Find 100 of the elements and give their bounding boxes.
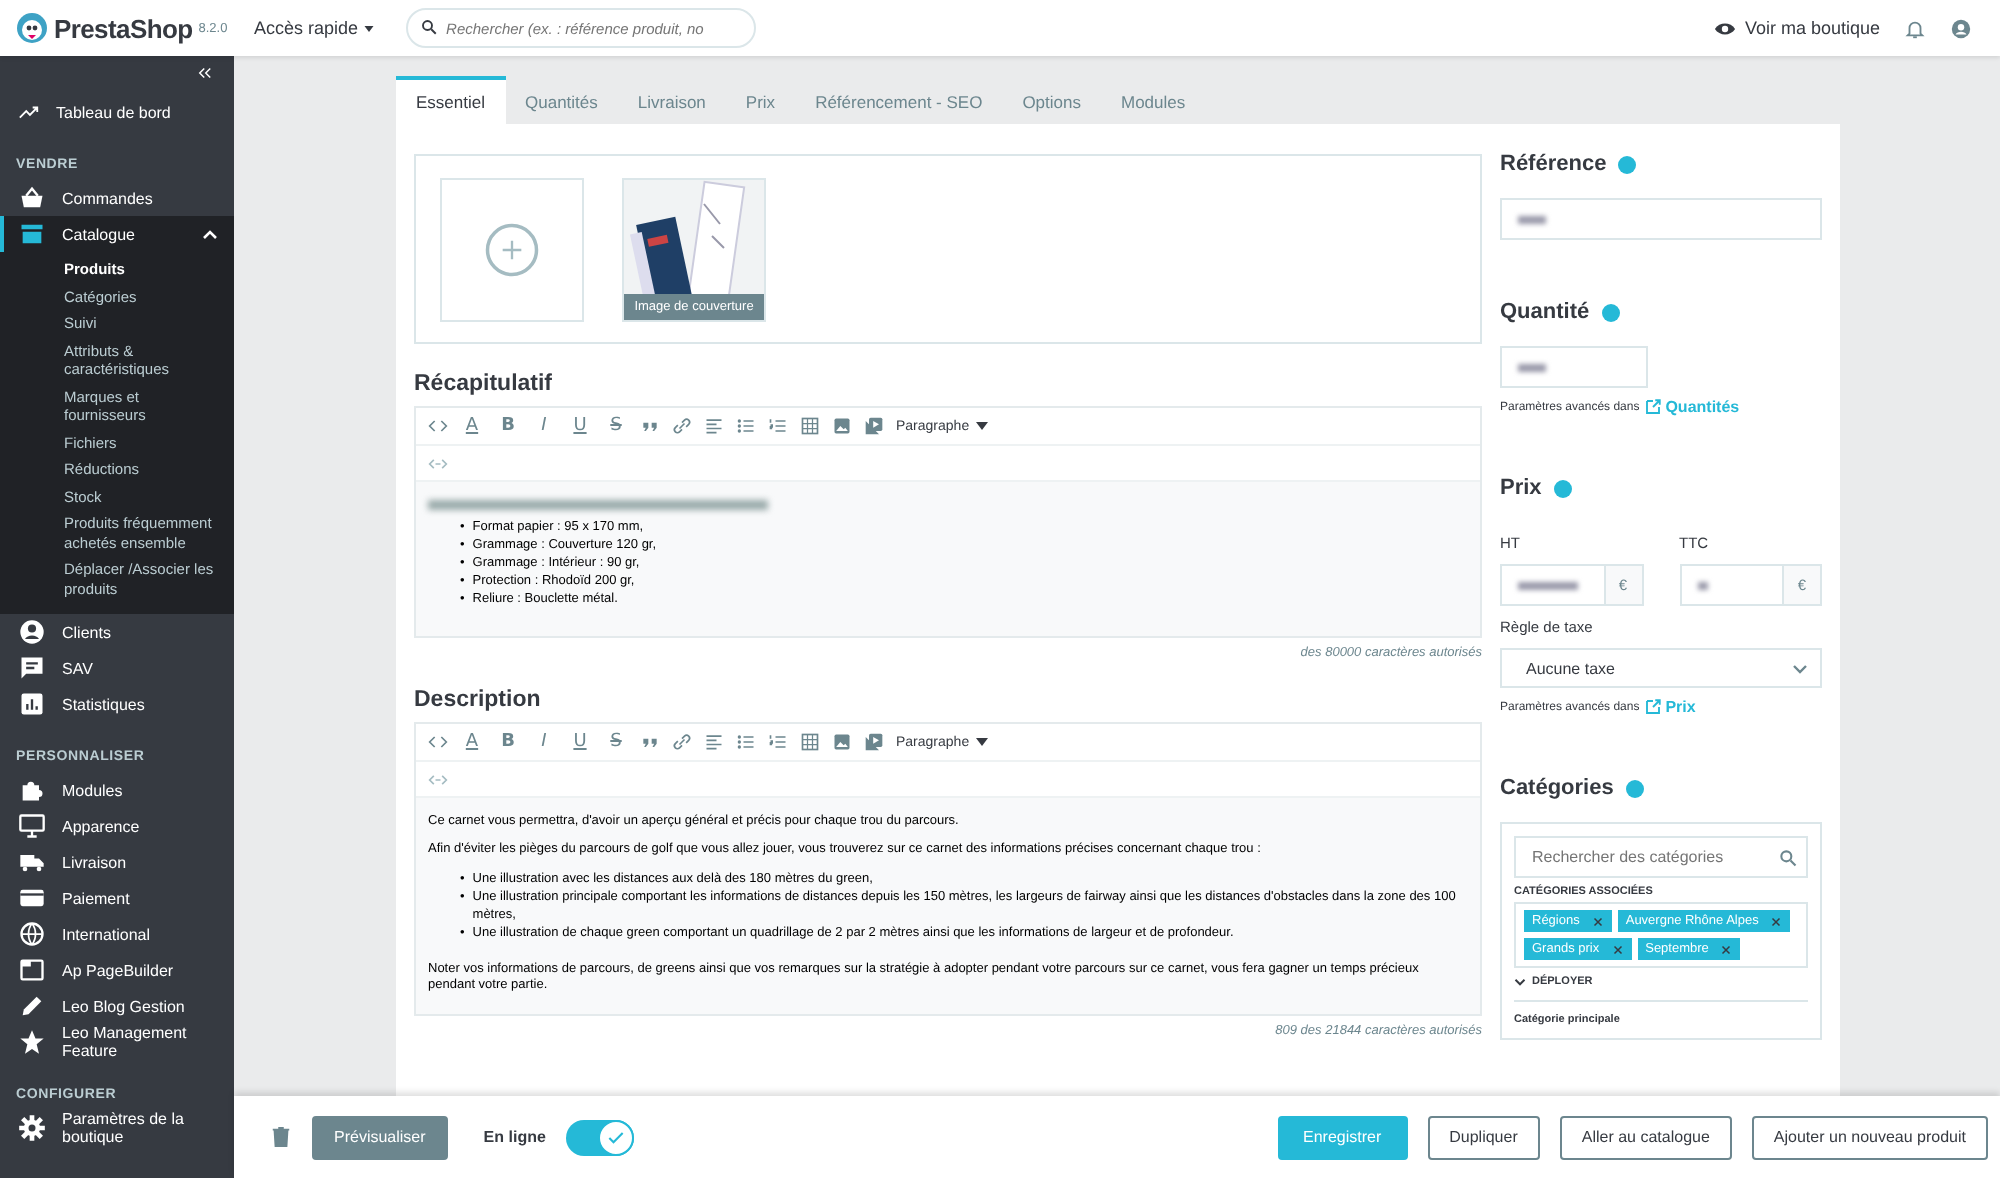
sidebar-item[interactable]: Leo Blog Gestion bbox=[0, 988, 234, 1024]
blurred-text bbox=[1518, 581, 1578, 589]
caret-icon bbox=[364, 25, 375, 31]
code-icon bbox=[428, 416, 448, 436]
sidebar-item[interactable]: Statistiques bbox=[0, 686, 234, 722]
online-label: En ligne bbox=[483, 1128, 546, 1146]
caret-icon bbox=[975, 738, 988, 746]
align-icon bbox=[704, 732, 724, 752]
bullet-list-icon bbox=[736, 732, 756, 752]
sidebar-item[interactable]: Catalogue bbox=[0, 216, 234, 252]
tab[interactable]: Essentiel bbox=[396, 76, 505, 124]
media-icon bbox=[864, 732, 884, 752]
user-circle-icon bbox=[18, 618, 46, 646]
section-heading: Prix bbox=[1500, 476, 1542, 500]
sidebar-item[interactable]: Livraison bbox=[0, 844, 234, 880]
add-image-tile[interactable] bbox=[440, 178, 584, 322]
format-button[interactable]: A bbox=[460, 732, 484, 752]
sidebar-item[interactable]: Modules bbox=[0, 772, 234, 808]
format-button[interactable]: S bbox=[604, 732, 628, 752]
reference-field[interactable] bbox=[1500, 198, 1822, 240]
source-code-icon bbox=[428, 453, 448, 473]
table-icon bbox=[800, 732, 820, 752]
format-button[interactable]: I bbox=[532, 416, 556, 436]
check-icon bbox=[605, 1127, 626, 1147]
tax-rule-select[interactable]: Aucune taxe bbox=[1500, 648, 1822, 688]
section-heading: Description bbox=[414, 686, 543, 716]
plus-circle-icon bbox=[484, 222, 540, 278]
quick-access-menu[interactable]: Accès rapide bbox=[254, 18, 375, 38]
logo-icon bbox=[16, 12, 48, 44]
trash-icon bbox=[270, 1126, 292, 1148]
section-heading: Référence bbox=[1500, 152, 1607, 176]
numbered-list-icon bbox=[768, 732, 788, 752]
align-icon bbox=[704, 416, 724, 436]
logo-text: PrestaShop bbox=[54, 13, 193, 43]
media-icon bbox=[864, 416, 884, 436]
image-icon bbox=[832, 732, 852, 752]
bar-chart-icon bbox=[18, 690, 46, 718]
format-button[interactable]: B bbox=[496, 732, 520, 752]
chevron-up-icon bbox=[202, 229, 218, 239]
quantity-field[interactable] bbox=[1500, 346, 1648, 388]
external-link-icon bbox=[1643, 398, 1662, 416]
blurred-text bbox=[1518, 363, 1546, 371]
basket-icon bbox=[18, 184, 46, 212]
remove-icon bbox=[1611, 943, 1624, 955]
format-button[interactable]: U bbox=[568, 416, 592, 436]
sidebar-item[interactable]: International bbox=[0, 916, 234, 952]
puzzle-icon bbox=[18, 776, 46, 804]
external-link-icon bbox=[1643, 698, 1662, 716]
window-icon bbox=[18, 956, 46, 984]
sidebar-item[interactable]: Paiement bbox=[0, 880, 234, 916]
duplicate-button[interactable]: Dupliquer bbox=[1427, 1115, 1540, 1159]
chat-icon bbox=[18, 654, 46, 682]
sidebar-item[interactable]: Apparence bbox=[0, 808, 234, 844]
section-heading: Quantité bbox=[1500, 300, 1590, 324]
format-button[interactable]: A bbox=[460, 416, 484, 436]
format-button[interactable]: B bbox=[496, 416, 520, 436]
sidebar-item[interactable]: Tableau de bord bbox=[0, 94, 234, 130]
remove-icon bbox=[1591, 915, 1604, 927]
rich-text-editor[interactable] bbox=[414, 722, 1482, 1016]
chevron-down-icon bbox=[1792, 663, 1808, 673]
code-icon bbox=[428, 732, 448, 752]
sidebar-item[interactable]: SAV bbox=[0, 650, 234, 686]
sidebar-item[interactable]: Ap PageBuilder bbox=[0, 952, 234, 988]
blurred-text bbox=[1518, 215, 1546, 223]
format-button[interactable]: I bbox=[532, 732, 556, 752]
blurred-text bbox=[1697, 581, 1707, 589]
link-icon bbox=[672, 732, 692, 752]
chevron-down-icon bbox=[1514, 978, 1526, 986]
search-icon bbox=[1778, 848, 1798, 868]
sidebar-item[interactable]: Clients bbox=[0, 614, 234, 650]
pencil-icon bbox=[18, 992, 46, 1020]
bullet-list-icon bbox=[736, 416, 756, 436]
globe-icon bbox=[18, 920, 46, 948]
sidebar-item[interactable]: Commandes bbox=[0, 180, 234, 216]
new-product-button[interactable]: Ajouter un nouveau produit bbox=[1751, 1115, 1988, 1159]
bell-icon bbox=[1904, 17, 1926, 39]
sidebar-item[interactable]: Leo Management Feature bbox=[0, 1024, 234, 1060]
caret-icon bbox=[975, 422, 988, 430]
card-icon bbox=[18, 884, 46, 912]
search-icon bbox=[420, 18, 439, 36]
monitor-icon bbox=[18, 812, 46, 840]
star-icon bbox=[18, 1028, 46, 1056]
table-icon bbox=[800, 416, 820, 436]
source-code-icon bbox=[428, 769, 448, 789]
preview-button[interactable]: Prévisualiser bbox=[312, 1115, 448, 1159]
catalog-button[interactable]: Aller au catalogue bbox=[1559, 1115, 1732, 1159]
format-button[interactable]: S bbox=[604, 416, 628, 436]
view-shop-link[interactable]: Voir ma boutique bbox=[1714, 17, 1880, 39]
store-icon bbox=[18, 220, 46, 248]
user-icon bbox=[1950, 17, 1972, 39]
sidebar-item[interactable]: Paramètres de la boutique bbox=[0, 1110, 234, 1146]
remove-icon bbox=[1770, 915, 1783, 927]
section-heading: Récapitulatif bbox=[414, 370, 555, 400]
section-heading: Catégories bbox=[1500, 776, 1614, 800]
category-search-field[interactable]: Rechercher des catégories bbox=[1514, 836, 1808, 878]
image-icon bbox=[832, 416, 852, 436]
link-icon bbox=[672, 416, 692, 436]
online-toggle[interactable] bbox=[565, 1119, 634, 1155]
numbered-list-icon bbox=[768, 416, 788, 436]
format-button[interactable]: U bbox=[568, 732, 592, 752]
